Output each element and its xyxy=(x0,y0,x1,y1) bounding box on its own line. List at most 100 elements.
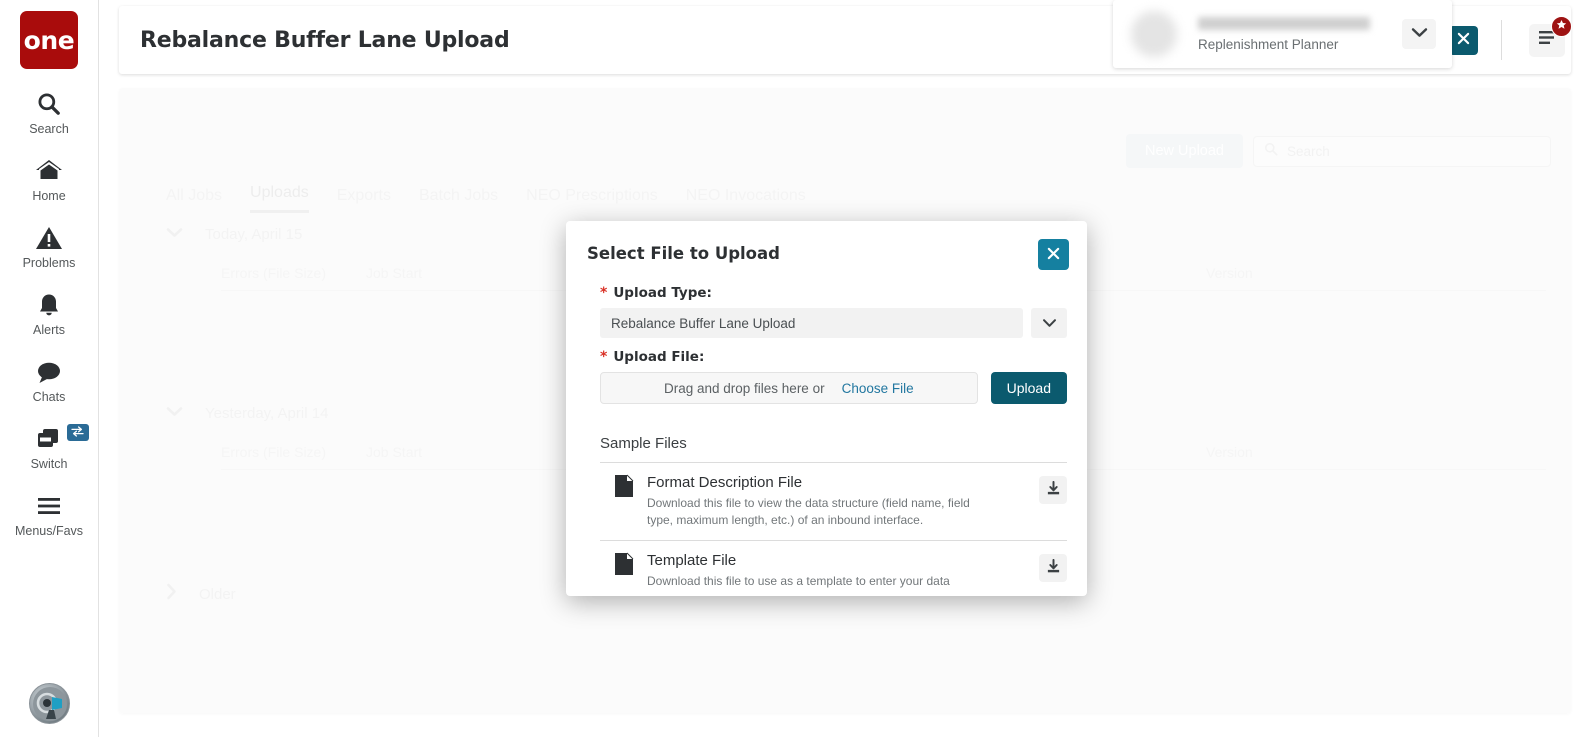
sidebar-item-search[interactable]: Search xyxy=(0,88,99,136)
menu-star-badge xyxy=(1551,16,1572,37)
search-input[interactable]: Search xyxy=(1253,136,1551,167)
upload-type-select[interactable]: Rebalance Buffer Lane Upload xyxy=(600,308,1067,338)
tab-exports[interactable]: Exports xyxy=(337,187,391,213)
sidebar-item-label: Switch xyxy=(31,457,68,471)
upload-type-value[interactable]: Rebalance Buffer Lane Upload xyxy=(600,308,1023,338)
column-version: Version xyxy=(1206,265,1253,281)
column-job-start: Job Start xyxy=(366,444,566,460)
dropzone-text: Drag and drop files here or xyxy=(664,381,825,396)
list-item[interactable]: Format Description File Download this fi… xyxy=(600,463,1067,541)
list-item[interactable]: Template File Download this file to use … xyxy=(600,541,1067,596)
chevron-down-icon xyxy=(166,404,183,422)
user-name-masked xyxy=(1198,17,1370,30)
download-icon xyxy=(1046,481,1061,499)
sidebar-item-alerts[interactable]: Alerts xyxy=(0,289,99,337)
job-group-title: Yesterday, April 14 xyxy=(205,405,328,422)
upload-file-row: Drag and drop files here or Choose File … xyxy=(600,372,1067,404)
upload-type-label: * Upload Type: xyxy=(600,285,1067,301)
star-icon xyxy=(1556,17,1567,35)
user-text: Replenishment Planner xyxy=(1198,17,1402,52)
sample-files-list: Format Description File Download this fi… xyxy=(600,462,1067,596)
user-menu-chevron-button[interactable] xyxy=(1402,19,1436,49)
select-file-to-upload-dialog: Select File to Upload * Upload Type: Reb… xyxy=(566,221,1087,596)
sample-file-name: Template File xyxy=(647,552,1026,570)
sample-file-description: Download this file to view the data stru… xyxy=(647,495,992,528)
sidebar-item-label: Menus/Favs xyxy=(15,524,83,538)
jobs-tabs: All Jobs Uploads Exports Batch Jobs NEO … xyxy=(166,184,806,213)
sample-file-description: Download this file to use as a template … xyxy=(647,573,992,590)
tab-batch-jobs[interactable]: Batch Jobs xyxy=(419,187,498,213)
sidebar-item-switch[interactable]: Switch xyxy=(0,423,99,471)
sidebar-item-chats[interactable]: Chats xyxy=(0,356,99,404)
column-errors-file-size: Errors (File Size) xyxy=(221,265,366,281)
document-icon xyxy=(614,552,634,581)
sidebar-item-menus-favs[interactable]: Menus/Favs xyxy=(0,490,99,538)
sidebar-item-label: Home xyxy=(32,189,65,203)
search-icon xyxy=(1264,142,1278,161)
ai-assistant-avatar-icon[interactable] xyxy=(29,683,70,724)
user-menu[interactable]: Replenishment Planner xyxy=(1113,0,1452,68)
tab-neo-prescriptions[interactable]: NEO Prescriptions xyxy=(526,187,658,213)
header-divider xyxy=(1501,20,1502,60)
user-role: Replenishment Planner xyxy=(1198,37,1402,52)
bell-icon xyxy=(36,289,62,321)
download-button[interactable] xyxy=(1039,554,1067,582)
upload-file-label: * Upload File: xyxy=(600,349,1067,365)
warning-triangle-icon xyxy=(35,222,63,254)
dialog-title: Select File to Upload xyxy=(587,244,780,263)
home-icon xyxy=(35,155,63,187)
required-asterisk: * xyxy=(600,350,607,364)
page-title: Rebalance Buffer Lane Upload xyxy=(140,28,510,53)
background-toolbar: New Upload Search xyxy=(1126,134,1551,168)
chevron-down-icon xyxy=(166,225,183,243)
exchange-arrows-icon xyxy=(71,424,84,442)
column-errors-file-size: Errors (File Size) xyxy=(221,444,366,460)
file-dropzone[interactable]: Drag and drop files here or Choose File xyxy=(600,372,978,404)
upload-file-label-text: Upload File: xyxy=(613,349,704,365)
download-button[interactable] xyxy=(1039,476,1067,504)
column-version: Version xyxy=(1206,444,1253,460)
sidebar-item-problems[interactable]: Problems xyxy=(0,222,99,270)
dialog-close-button[interactable] xyxy=(1038,239,1069,270)
document-icon xyxy=(614,474,634,503)
close-x-icon xyxy=(1457,32,1470,48)
sidebar-item-label: Problems xyxy=(23,256,76,270)
close-x-icon xyxy=(1047,247,1060,263)
upload-button[interactable]: Upload xyxy=(991,372,1067,404)
tab-uploads[interactable]: Uploads xyxy=(250,184,309,213)
chevron-right-icon xyxy=(166,583,177,605)
sample-file-name: Format Description File xyxy=(647,474,1026,492)
upload-type-dropdown-button[interactable] xyxy=(1031,308,1067,338)
required-asterisk: * xyxy=(600,286,607,300)
sidebar-item-label: Alerts xyxy=(33,323,65,337)
job-group-title: Today, April 15 xyxy=(205,226,302,243)
chevron-down-icon xyxy=(1042,316,1057,331)
new-upload-button[interactable]: New Upload xyxy=(1126,134,1243,168)
search-placeholder: Search xyxy=(1287,144,1330,159)
upload-type-label-text: Upload Type: xyxy=(613,285,712,301)
user-avatar-icon xyxy=(1131,11,1177,57)
left-sidebar: one Search Home Problems Alerts Chats xyxy=(0,0,99,737)
search-icon xyxy=(36,88,62,120)
sample-file-info: Template File Download this file to use … xyxy=(647,552,1026,590)
choose-file-link[interactable]: Choose File xyxy=(842,381,914,396)
chevron-down-icon xyxy=(1411,25,1428,43)
sidebar-item-label: Chats xyxy=(33,390,66,404)
chat-bubble-icon xyxy=(35,356,63,388)
hamburger-icon xyxy=(35,490,63,522)
download-icon xyxy=(1046,559,1061,577)
stacked-cards-icon xyxy=(35,423,63,455)
tab-all-jobs[interactable]: All Jobs xyxy=(166,187,222,213)
sample-file-info: Format Description File Download this fi… xyxy=(647,474,1026,528)
dialog-header: Select File to Upload xyxy=(566,221,1087,285)
job-group-title: Older xyxy=(199,586,236,603)
sample-files-label: Sample Files xyxy=(600,435,1067,452)
close-page-button[interactable] xyxy=(1449,26,1478,55)
column-job-start: Job Start xyxy=(366,265,566,281)
sidebar-item-home[interactable]: Home xyxy=(0,155,99,203)
sidebar-item-label: Search xyxy=(29,122,69,136)
one-logo[interactable]: one xyxy=(20,11,78,69)
switch-badge[interactable] xyxy=(67,424,89,441)
tab-neo-invocations[interactable]: NEO Invocations xyxy=(686,187,806,213)
list-menu-button[interactable] xyxy=(1529,24,1565,57)
